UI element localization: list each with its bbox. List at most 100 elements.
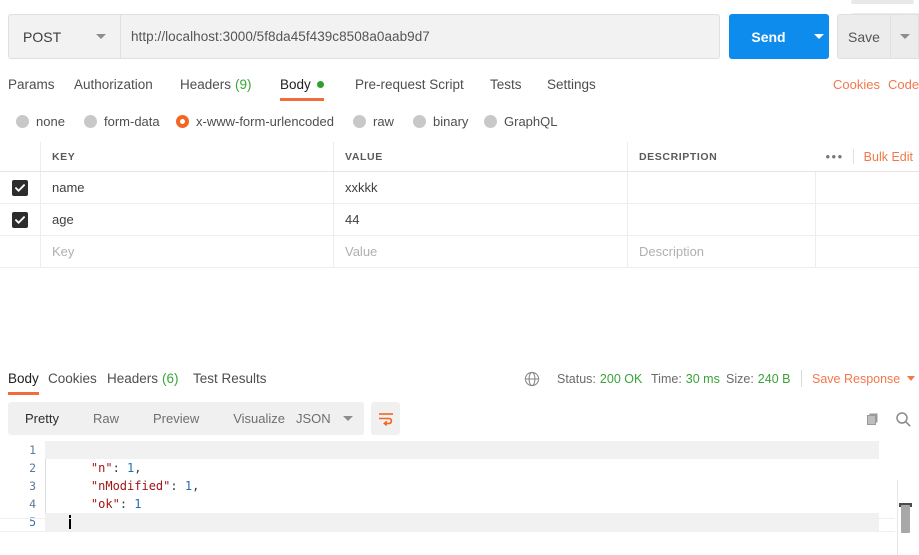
code-token: : [170,479,184,493]
http-method-label: POST [9,29,96,45]
url-input[interactable]: http://localhost:3000/5f8da45f439c8508a0… [121,14,720,59]
body-type-raw[interactable]: raw [353,106,394,136]
tab-label: Authorization [74,77,153,92]
body-type-graphql[interactable]: GraphQL [484,106,557,136]
code-token: , [134,461,141,475]
chevron-down-icon [343,416,353,421]
request-link-cookies[interactable]: Cookies [833,68,880,101]
view-mode-raw[interactable]: Raw [76,402,136,435]
request-tab-bar: Params Authorization Headers(9) Body Pre-req… [0,68,919,101]
save-button[interactable]: Save [837,14,890,59]
cell-key[interactable]: Key [41,236,334,267]
form-urlencoded-table: KEY VALUE DESCRIPTION ••• Bulk Edit name… [0,142,919,268]
status-value: 200 OK [600,372,642,386]
send-options-button[interactable] [808,14,829,59]
postman-request-response-view: POST http://localhost:3000/5f8da45f439c8… [0,0,919,555]
body-type-x-www-form-urlencoded[interactable]: x-www-form-urlencoded [176,106,334,136]
request-tab-tests[interactable]: Tests [490,68,522,101]
cell-value[interactable]: Value [334,236,628,267]
cell-text: age [52,212,74,227]
send-button[interactable]: Send [729,14,808,59]
cell-value[interactable]: 44 [334,204,628,235]
response-toolbar: PrettyRawPreviewVisualize JSON [0,402,919,438]
radio-icon[interactable] [353,115,366,128]
cell-description[interactable] [628,204,816,235]
cell-value[interactable]: xxkkk [334,172,628,203]
body-type-label: form-data [104,114,160,129]
row-enabled-checkbox[interactable] [12,180,28,196]
response-tab-test-results[interactable]: Test Results [193,362,267,395]
body-type-form-data[interactable]: form-data [84,106,160,136]
code-token: : [113,461,127,475]
status-indicator[interactable]: Status: 200 OK [557,362,642,395]
search-button[interactable] [892,408,914,430]
table-body: namexxkkk age 44Key Value Description [0,172,919,268]
size-value: 240 B [758,372,791,386]
radio-icon[interactable] [16,115,29,128]
cell-description[interactable] [628,172,816,203]
fold-gutter [45,459,56,477]
row-checkbox-cell [0,172,41,203]
view-mode-pretty[interactable]: Pretty [8,402,76,435]
body-type-none[interactable]: none [16,106,65,136]
request-url-bar: POST http://localhost:3000/5f8da45f439c8… [0,14,919,60]
request-tab-pre-request-script[interactable]: Pre-request Script [355,68,464,101]
radio-icon[interactable] [413,115,426,128]
copy-button[interactable] [862,408,884,430]
row-checkbox-cell [0,204,41,235]
search-icon [895,411,912,428]
response-tab-cookies[interactable]: Cookies [48,362,97,395]
request-tab-settings[interactable]: Settings [547,68,596,101]
code-token: 1 [185,479,192,493]
row-enabled-checkbox[interactable] [12,212,28,228]
response-tab-headers[interactable]: Headers(6) [107,362,179,395]
cell-key[interactable]: age [41,204,334,235]
tab-label: Cookies [48,371,97,386]
vertical-scrollbar-thumb[interactable] [901,505,910,533]
body-type-binary[interactable]: binary [413,106,468,136]
code-token: "n" [91,461,113,475]
body-type-label: GraphQL [504,114,557,129]
request-tab-body[interactable]: Body [280,68,324,101]
table-more-options-icon[interactable]: ••• [826,150,853,163]
table-row-new[interactable]: Key Value Description [0,236,919,268]
tab-label: Headers [107,371,158,386]
code-token [62,461,91,475]
line-number: 3 [0,479,45,493]
table-row[interactable]: namexxkkk [0,172,919,204]
network-globe-icon [524,362,540,395]
time-indicator[interactable]: Time: 30 ms [651,362,720,395]
radio-icon[interactable] [84,115,97,128]
code-line: 3 "nModified": 1, [0,477,919,495]
save-response-button[interactable]: Save Response [812,362,915,395]
http-method-select[interactable]: POST [8,14,121,59]
bulk-edit-button[interactable]: Bulk Edit [854,150,919,164]
request-tab-params[interactable]: Params [8,68,55,101]
request-link-code[interactable]: Code [888,68,919,101]
save-options-button[interactable] [890,14,919,59]
scrollbar-track [897,480,898,555]
view-mode-preview[interactable]: Preview [136,402,216,435]
response-format-select[interactable]: JSON [285,402,364,435]
cell-description[interactable]: Description [628,236,816,267]
size-indicator[interactable]: Size: 240 B [726,362,790,395]
header-checkbox-cell [0,142,41,171]
line-number: 1 [0,443,45,457]
wrap-lines-button[interactable] [371,402,400,435]
request-tab-authorization[interactable]: Authorization [74,68,153,101]
save-response-label: Save Response [812,372,900,386]
chevron-down-icon [900,34,910,39]
editor-rule [0,518,895,519]
body-type-label: none [36,114,65,129]
response-body-editor[interactable]: 1{2 "n": 1,3 "nModified": 1,4 "ok": 15} [0,441,919,541]
radio-icon[interactable] [176,115,189,128]
cell-key[interactable]: name [41,172,334,203]
cell-text: Description [639,244,704,259]
tab-label: Headers [180,77,231,92]
editor-rule-2 [0,531,895,532]
table-row[interactable]: age 44 [0,204,919,236]
radio-icon[interactable] [484,115,497,128]
request-tab-headers[interactable]: Headers(9) [180,68,252,101]
cell-text: Value [345,244,377,259]
response-tab-body[interactable]: Body [8,362,39,395]
